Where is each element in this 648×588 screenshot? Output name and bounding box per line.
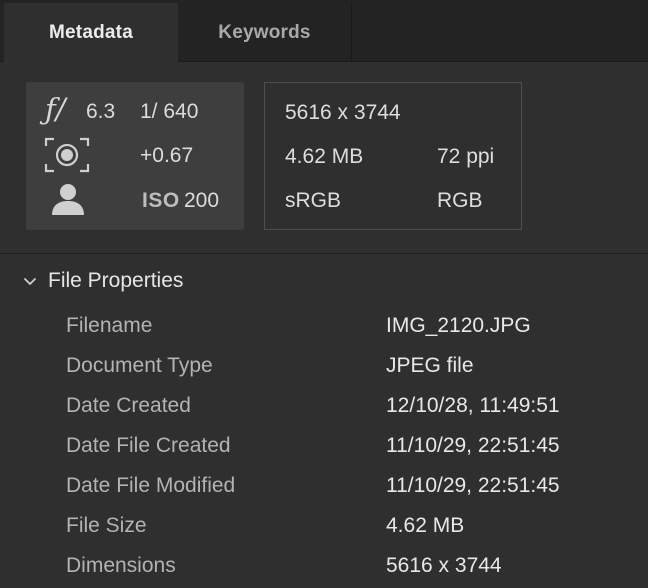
metering-mode-icon — [44, 137, 90, 173]
color-mode: RGB — [437, 189, 483, 212]
section-divider — [0, 253, 648, 254]
iso-label: ISO — [142, 189, 180, 212]
image-info-box: 5616 x 3744 4.62 MB 72 ppi sRGB RGB — [264, 82, 522, 230]
tab-label: Keywords — [218, 21, 311, 43]
property-row: Date File Created 11/10/29, 22:51:45 — [0, 426, 648, 466]
property-row: Filename IMG_2120.JPG — [0, 306, 648, 346]
property-value: 5616 x 3744 — [386, 554, 502, 577]
property-row: File Size 4.62 MB — [0, 506, 648, 546]
image-dimensions: 5616 x 3744 — [285, 101, 401, 124]
section-title: File Properties — [48, 269, 184, 292]
property-key: Date File Modified — [66, 474, 236, 497]
property-value: 4.62 MB — [386, 514, 465, 537]
color-profile: sRGB — [285, 189, 342, 212]
aperture-f-icon: ƒ/ — [45, 92, 66, 126]
exposure-compensation-value: +0.67 — [140, 144, 194, 167]
property-row: Document Type JPEG file — [0, 346, 648, 386]
property-value: IMG_2120.JPG — [386, 314, 531, 337]
portrait-person-icon — [52, 184, 84, 215]
property-key: Date File Created — [66, 434, 231, 457]
property-key: Date Created — [66, 394, 191, 417]
image-resolution: 72 ppi — [437, 145, 495, 168]
shutter-speed-value: 1/ 640 — [140, 100, 199, 123]
tab-label: Metadata — [49, 21, 133, 43]
property-value: 12/10/28, 11:49:51 — [386, 394, 560, 417]
file-properties-header[interactable]: File Properties — [22, 266, 183, 296]
property-key: Filename — [66, 314, 153, 337]
property-row: Dimensions 5616 x 3744 — [0, 546, 648, 586]
property-value: JPEG file — [386, 354, 474, 377]
tab-keywords[interactable]: Keywords — [178, 3, 352, 62]
tab-metadata[interactable]: Metadata — [4, 3, 178, 62]
image-file-size: 4.62 MB — [285, 145, 364, 168]
property-row: Date File Modified 11/10/29, 22:51:45 — [0, 466, 648, 506]
property-value: 11/10/29, 22:51:45 — [386, 474, 560, 497]
aperture-value: 6.3 — [86, 100, 116, 123]
property-row: Date Created 12/10/28, 11:49:51 — [0, 386, 648, 426]
property-key: Document Type — [66, 354, 213, 377]
iso-value: 200 — [184, 189, 220, 212]
exposure-summary: ƒ/ 6.3 1/ 640 +0.67 ISO 200 — [26, 82, 244, 230]
property-key: File Size — [66, 514, 147, 537]
property-value: 11/10/29, 22:51:45 — [386, 434, 560, 457]
chevron-down-icon — [24, 278, 36, 285]
tab-bar: Metadata Keywords — [0, 0, 648, 62]
property-key: Dimensions — [66, 554, 176, 577]
